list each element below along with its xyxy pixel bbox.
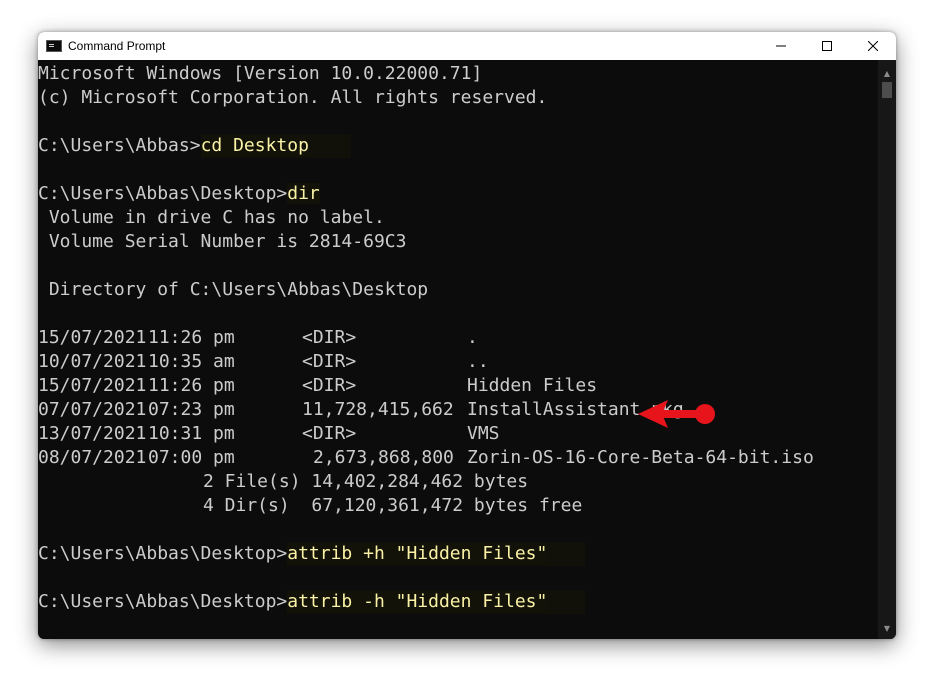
listing-size: <DIR> [302,423,357,444]
listing-size: 11,728,415,662 [302,399,454,420]
listing-size: 2,673,868,800 [313,447,454,468]
arrow-shaft [658,410,706,418]
command-line: C:\Users\Abbas\Desktop>attrib +h "Hidden… [38,542,878,566]
volume-serial-line: Volume Serial Number is 2814-69C3 [38,231,407,252]
listing-time: 10:31 pm [148,423,235,444]
command-text: attrib +h "Hidden Files" [287,543,548,564]
listing-date: 15/07/2021 [38,375,147,396]
command-text: attrib -h "Hidden Files" [287,591,548,612]
listing-time: 10:35 am [148,351,235,372]
listing-date: 13/07/2021 [38,423,147,444]
listing-row: 07/07/2021 07:23 pm 11,728,415,662 Insta… [38,398,878,422]
listing-size: <DIR> [302,351,357,372]
listing-time: 07:23 pm [148,399,235,420]
listing-time: 11:26 pm [148,327,235,348]
prompt: C:\Users\Abbas\Desktop> [38,543,288,564]
listing-name: Zorin-OS-16-Core-Beta-64-bit.iso [467,447,814,468]
prompt: C:\Users\Abbas\Desktop> [38,183,288,204]
listing-date: 10/07/2021 [38,351,147,372]
directory-of-line: Directory of C:\Users\Abbas\Desktop [38,279,429,300]
prompt: C:\Users\Abbas\Desktop> [38,591,288,612]
listing-row: 15/07/2021 11:26 pm <DIR> Hidden Files [38,374,878,398]
title-bar[interactable]: Command Prompt [38,32,896,60]
maximize-icon [822,41,832,51]
command-prompt-window: Command Prompt Microsoft Windows [Versio… [38,32,896,639]
listing-name: . [467,327,478,348]
scroll-thumb[interactable] [882,82,892,98]
window-title: Command Prompt [68,39,166,53]
vertical-scrollbar[interactable]: ▲ ▼ [878,60,896,639]
summary-files: 2 File(s) 14,402,284,462 bytes [203,471,529,492]
red-arrow-icon [638,400,715,428]
listing-row: 08/07/2021 07:00 pm 2,673,868,800 Zorin-… [38,446,878,470]
listing-name: .. [467,351,489,372]
window-controls [758,32,896,60]
listing-size: <DIR> [302,327,357,348]
close-icon [868,41,878,51]
summary-dirs: 4 Dir(s) 67,120,361,472 bytes free [203,495,583,516]
listing-size: <DIR> [302,375,357,396]
summary-files-line: 2 File(s) 14,402,284,462 bytes [38,470,878,494]
prompt: C:\Users\Abbas> [38,135,201,156]
listing-name: VMS [467,423,500,444]
listing-row: 10/07/2021 10:35 am <DIR> .. [38,350,878,374]
command-line: C:\Users\Abbas>cd Desktop [38,134,878,158]
command-line: C:\Users\Abbas\Desktop>dir [38,182,878,206]
listing-time: 07:00 pm [148,447,235,468]
scroll-up-icon[interactable]: ▲ [878,64,896,82]
minimize-icon [776,45,786,47]
listing-row: 13/07/2021 10:31 pm <DIR> VMS [38,422,878,446]
minimize-button[interactable] [758,32,804,60]
listing-name: Hidden Files [467,375,598,396]
volume-label-line: Volume in drive C has no label. [38,207,385,228]
maximize-button[interactable] [804,32,850,60]
terminal-output[interactable]: Microsoft Windows [Version 10.0.22000.71… [38,62,878,639]
listing-time: 11:26 pm [148,375,235,396]
header-line: (c) Microsoft Corporation. All rights re… [38,87,548,108]
listing-row: 15/07/2021 11:26 pm <DIR> . [38,326,878,350]
command-text: cd Desktop [200,135,309,156]
cmd-app-icon [46,40,62,52]
listing-date: 08/07/2021 [38,447,147,468]
command-line: C:\Users\Abbas\Desktop>attrib -h "Hidden… [38,590,878,614]
listing-date: 15/07/2021 [38,327,147,348]
summary-dirs-line: 4 Dir(s) 67,120,361,472 bytes free [38,494,878,518]
close-button[interactable] [850,32,896,60]
scroll-down-icon[interactable]: ▼ [878,619,896,637]
command-text: dir [287,183,320,204]
listing-date: 07/07/2021 [38,399,147,420]
header-line: Microsoft Windows [Version 10.0.22000.71… [38,63,483,84]
